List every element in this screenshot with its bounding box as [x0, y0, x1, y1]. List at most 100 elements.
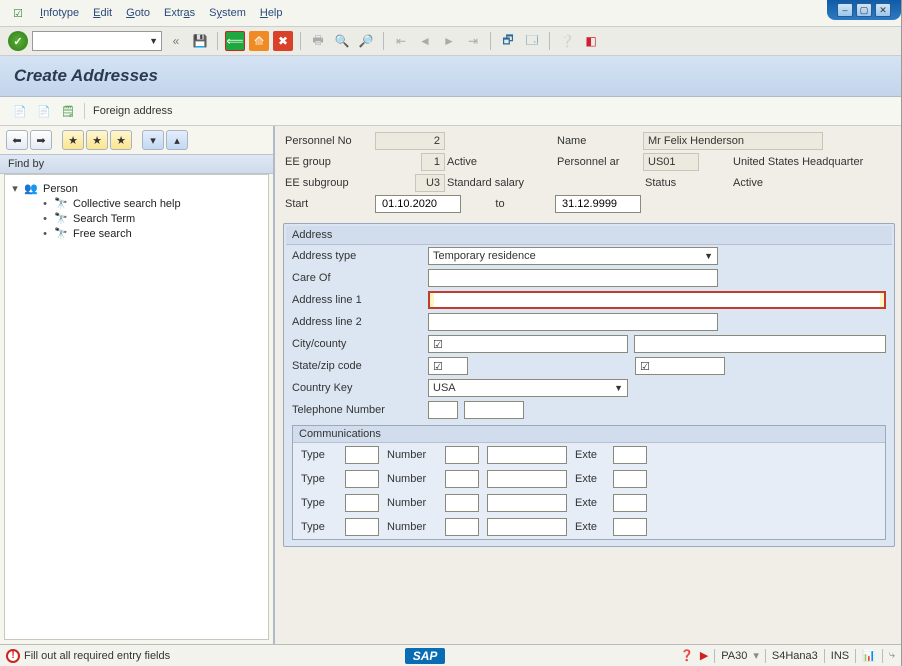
input-comm-number-a[interactable]: [445, 518, 479, 536]
input-comm-ext[interactable]: [613, 494, 647, 512]
comm-row: Type Number Exte: [293, 515, 885, 539]
select-value: USA: [433, 382, 456, 394]
label-status: Status: [643, 175, 731, 191]
new-session-icon[interactable]: 🗗: [498, 31, 518, 51]
toolbar: ✓ ▼ « 💾 ⟸ ⟰ ✖ 🖶 🔍 🔎 ⇤ ◄ ► ⇥ 🗗 🗔 ❔ ◧: [0, 27, 901, 56]
command-field[interactable]: ▼: [32, 31, 162, 51]
field-ee-group: 1: [421, 153, 445, 171]
cancel-icon[interactable]: ✖: [273, 31, 293, 51]
sidebar-toolbar: ⬅ ➡ ★ ★ ★ ▾ ▴: [0, 126, 273, 154]
tree-node-free-search[interactable]: • 🔭 Free search: [11, 226, 262, 241]
history-back-icon[interactable]: «: [166, 31, 186, 51]
prev-page-icon: ◄: [415, 31, 435, 51]
back-icon[interactable]: ⟸: [225, 31, 245, 51]
input-comm-number-b[interactable]: [487, 518, 567, 536]
required-check-icon: ☑: [433, 338, 443, 351]
expand-all-icon[interactable]: ▾: [142, 130, 164, 150]
input-comm-type[interactable]: [345, 470, 379, 488]
input-comm-type[interactable]: [345, 494, 379, 512]
select-country[interactable]: USA ▼: [428, 379, 628, 397]
sidebar: ⬅ ➡ ★ ★ ★ ▾ ▴ Find by ▾ 👥 Person • �: [0, 126, 275, 644]
input-care-of[interactable]: [428, 269, 718, 287]
nav-right-icon[interactable]: ➡: [30, 130, 52, 150]
favorite-icon[interactable]: ★: [86, 130, 108, 150]
input-address-line-1[interactable]: [428, 291, 886, 309]
chevron-down-icon: ▼: [149, 36, 158, 46]
tree-node-search-term[interactable]: • 🔭 Search Term: [11, 211, 262, 226]
input-address-line-2[interactable]: [428, 313, 718, 331]
menu-system[interactable]: SystemSystem: [209, 7, 246, 19]
input-telephone-prefix[interactable]: [428, 401, 458, 419]
window-controls: – ▢ ✕: [827, 0, 901, 20]
input-comm-type[interactable]: [345, 518, 379, 536]
field-personnel-no: 2: [375, 132, 445, 150]
menu-extras[interactable]: ExtrasExtras: [164, 7, 195, 19]
separator: [490, 32, 491, 50]
help-status-icon[interactable]: ❓: [680, 649, 694, 662]
employee-header: Personnel No 2 Name Mr Felix Henderson E…: [283, 132, 895, 213]
page-title: Create Addresses: [0, 56, 901, 97]
collapse-all-icon[interactable]: ▴: [166, 130, 188, 150]
input-comm-number-a[interactable]: [445, 446, 479, 464]
input-comm-number-a[interactable]: [445, 494, 479, 512]
input-comm-ext[interactable]: [613, 470, 647, 488]
input-end-date[interactable]: [555, 195, 641, 213]
separator: [549, 32, 550, 50]
input-comm-ext[interactable]: [613, 446, 647, 464]
input-zip[interactable]: ☑: [635, 357, 725, 375]
minimize-button[interactable]: –: [837, 3, 853, 17]
find-icon[interactable]: 🔍: [332, 31, 352, 51]
collapse-icon[interactable]: ▾: [11, 182, 19, 195]
status-ins: INS: [831, 650, 849, 662]
enter-button[interactable]: ✓: [8, 31, 28, 51]
maximize-button[interactable]: ▢: [856, 3, 872, 17]
close-window-button[interactable]: ✕: [875, 3, 891, 17]
doc-copy-icon[interactable]: 📄: [36, 103, 52, 119]
input-comm-number-a[interactable]: [445, 470, 479, 488]
input-state[interactable]: ☑: [428, 357, 468, 375]
menu-infotype[interactable]: IInfotypenfotype: [40, 7, 79, 19]
status-message: Fill out all required entry fields: [24, 650, 170, 662]
input-comm-type[interactable]: [345, 446, 379, 464]
overview-icon[interactable]: 🗒: [60, 103, 76, 119]
save-icon[interactable]: 💾: [190, 31, 210, 51]
input-city[interactable]: ☑: [428, 335, 628, 353]
input-comm-number-b[interactable]: [487, 494, 567, 512]
tree-node-collective-search[interactable]: • 🔭 Collective search help: [11, 196, 262, 211]
group-title-address: Address: [286, 226, 892, 245]
favorite-add-icon[interactable]: ★: [62, 130, 84, 150]
favorite-remove-icon[interactable]: ★: [110, 130, 132, 150]
tree-node-person[interactable]: ▾ 👥 Person: [11, 181, 262, 196]
find-next-icon[interactable]: 🔎: [356, 31, 376, 51]
text-ee-group: Active: [445, 154, 555, 170]
menu-edit[interactable]: EditEdit: [93, 7, 112, 19]
status-tray-icon[interactable]: ⤷: [889, 649, 895, 662]
input-comm-number-b[interactable]: [487, 446, 567, 464]
chevron-down-icon: ▼: [704, 251, 713, 261]
group-title-communications: Communications: [293, 426, 885, 443]
exit-icon[interactable]: ⟰: [249, 31, 269, 51]
input-county[interactable]: [634, 335, 886, 353]
label-to: to: [445, 196, 555, 212]
input-comm-ext[interactable]: [613, 518, 647, 536]
label-country-key: Country Key: [292, 382, 422, 394]
field-personnel-area: US01: [643, 153, 699, 171]
select-address-type[interactable]: Temporary residence ▼: [428, 247, 718, 265]
menu-goto[interactable]: GotoGoto: [126, 7, 150, 19]
find-by-header: Find by: [0, 154, 273, 174]
shortcut-icon[interactable]: 🗔: [522, 31, 542, 51]
menu-help[interactable]: HelpHelp: [260, 7, 283, 19]
menubar: ☑ IInfotypenfotype EditEdit GotoGoto Ext…: [0, 0, 901, 27]
input-comm-number-b[interactable]: [487, 470, 567, 488]
foreign-address-button[interactable]: Foreign address: [93, 105, 173, 117]
menu-lead-icon[interactable]: ☑: [10, 6, 26, 20]
nav-left-icon[interactable]: ⬅: [6, 130, 28, 150]
layout-icon[interactable]: ◧: [581, 31, 601, 51]
help-icon[interactable]: ❔: [557, 31, 577, 51]
nav-status-icon[interactable]: ▶: [700, 649, 708, 662]
status-chart-icon[interactable]: 📊: [862, 649, 876, 662]
input-telephone-number[interactable]: [464, 401, 524, 419]
group-address: Address Address type Temporary residence…: [283, 223, 895, 547]
doc-new-icon[interactable]: 📄: [12, 103, 28, 119]
chevron-down-icon: ▼: [614, 383, 623, 393]
